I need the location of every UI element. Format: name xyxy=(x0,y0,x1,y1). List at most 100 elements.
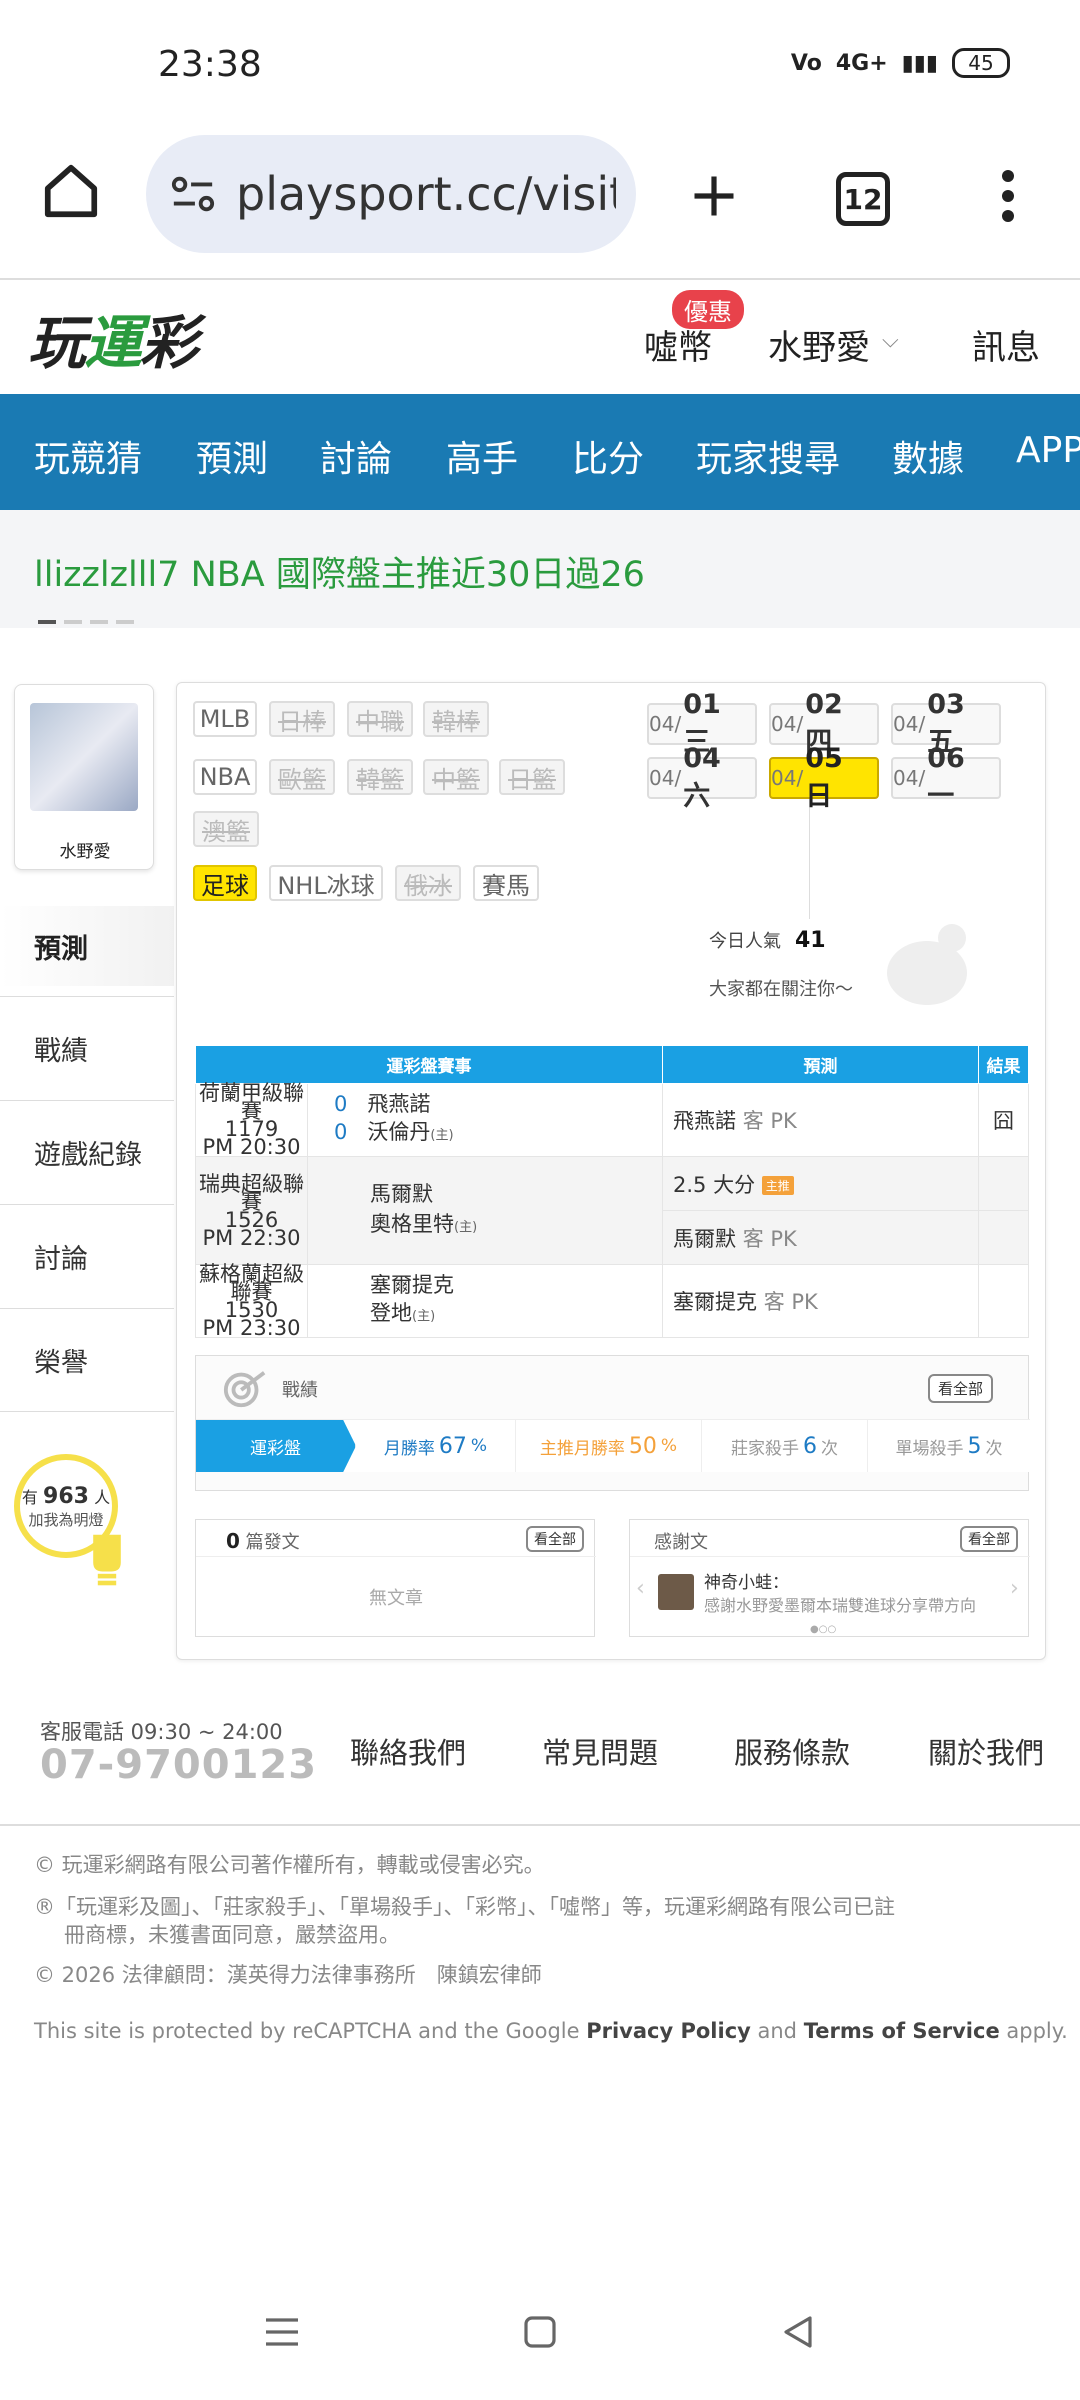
date-0402[interactable]: 04/02 四 xyxy=(769,689,879,758)
sport-horse-racing[interactable]: 賽馬 xyxy=(473,865,539,901)
commenter-avatar[interactable] xyxy=(658,1574,694,1610)
sport-korea-basketball: 韓籃 xyxy=(347,759,413,795)
profile-name: 水野愛 xyxy=(59,842,111,862)
date-0405[interactable]: 04/05 日 xyxy=(769,743,879,812)
footer-link-about[interactable]: 關於我們 xyxy=(928,1730,1044,1772)
carousel-dots xyxy=(38,620,134,624)
date-0401[interactable]: 04/01 三 xyxy=(647,689,757,758)
games-table: 運彩盤賽事 預測 結果 荷蘭甲級聯賽 1179 PM 20:30 0 飛燕諾 0 沃… xyxy=(195,1045,1029,1339)
col-header-predict: 預測 xyxy=(662,1045,979,1084)
terms-link[interactable]: Terms of Service xyxy=(804,2019,1000,2043)
commenter-name: 神奇小蛙： xyxy=(704,1573,789,1593)
trademark-text: ®「玩運彩及圖」、「莊家殺手」、「單場殺手」、「彩幣」、「噓幣」等，玩運彩網路有… xyxy=(34,1895,895,1919)
home-icon[interactable] xyxy=(40,160,102,222)
posts-box: 0 篇發文 看全部 無文章 xyxy=(195,1519,596,1637)
home-square-icon[interactable] xyxy=(520,2312,560,2352)
tel-number[interactable]: 07-9700123 xyxy=(40,1742,317,1788)
carousel-dots: ●○○ xyxy=(810,1624,837,1635)
thanks-view-all-button[interactable]: 看全部 xyxy=(960,1526,1018,1552)
team-name: 塞爾提克 xyxy=(370,1273,454,1297)
network-icon: 4G+ xyxy=(835,50,888,76)
status-bar: 23:38 Vo 4G+ ▮▮▮ 45 xyxy=(0,0,1080,130)
legal-advisor-text: © 2026 法律顧問：漢英得力法律事務所 陳鎮宏律師 xyxy=(34,1963,542,1987)
browser-toolbar: playsport.cc/visit 12 xyxy=(0,130,1080,280)
sport-nhl[interactable]: NHL冰球 xyxy=(269,865,383,901)
user-menu[interactable]: 水野愛 xyxy=(768,320,870,369)
battery-icon: 45 xyxy=(952,48,1010,78)
side-menu-honor[interactable]: 榮譽 xyxy=(0,1308,174,1412)
site-logo[interactable]: 玩運彩 xyxy=(28,296,198,380)
stat-single-killer: 單場殺手 5 次 xyxy=(895,1433,1003,1459)
side-menu-record[interactable]: 戰績 xyxy=(0,996,174,1100)
record-view-all-button[interactable]: 看全部 xyxy=(928,1374,994,1403)
sport-npb: 日棒 xyxy=(269,701,335,737)
prediction-panel: MLB 日棒 中職 韓棒 NBA 歐籃 韓籃 中籃 日籃 澳籃 足球 NHL冰球… xyxy=(176,682,1046,1660)
news-banner[interactable]: llizzlzlll7 NBA 國際盤主推近30日過26 xyxy=(0,510,1080,628)
avatar[interactable] xyxy=(30,703,138,811)
address-bar[interactable]: playsport.cc/visit xyxy=(146,135,636,253)
nav-item-app[interactable]: APP xyxy=(1016,430,1080,471)
sport-japan-basketball: 日籃 xyxy=(499,759,565,795)
footer-link-contact[interactable]: 聯絡我們 xyxy=(350,1730,466,1772)
nav-item-data[interactable]: 數據 xyxy=(892,430,964,482)
side-menu-game-log[interactable]: 遊戲紀錄 xyxy=(0,1100,174,1204)
nav-item-discuss[interactable]: 討論 xyxy=(320,430,392,482)
target-icon xyxy=(223,1371,266,1408)
footer-link-terms[interactable]: 服務條款 xyxy=(734,1730,850,1772)
signal-icon: ▮▮▮ xyxy=(901,50,938,76)
privacy-policy-link[interactable]: Privacy Policy xyxy=(586,2019,751,2043)
sport-nba[interactable]: NBA xyxy=(193,759,257,795)
chevron-down-icon[interactable]: ⌵ xyxy=(882,328,899,353)
more-menu-icon[interactable] xyxy=(990,166,1026,226)
date-0403[interactable]: 04/03 五 xyxy=(891,689,1001,758)
prev-arrow-icon[interactable]: ‹ xyxy=(636,1576,645,1601)
nav-item-player-search[interactable]: 玩家搜尋 xyxy=(696,430,840,482)
nav-item-experts[interactable]: 高手 xyxy=(446,430,518,482)
thanks-title: 感謝文 xyxy=(654,1532,708,1553)
popularity: 今日人氣 41 xyxy=(709,928,826,953)
post-count: 0 xyxy=(226,1529,240,1553)
next-arrow-icon[interactable]: › xyxy=(1010,1576,1019,1601)
thanks-text[interactable]: 感謝水野愛墨爾本瑞雙進球分享帶方向 xyxy=(704,1592,976,1616)
record-tag: 運彩盤 xyxy=(196,1420,356,1472)
side-menu-discuss[interactable]: 討論 xyxy=(0,1204,174,1308)
table-row: 蘇格蘭超級聯賽 1530 PM 23:30 塞爾提克 登地(主) 塞爾提克 客 PK xyxy=(195,1264,1029,1339)
site-header: 玩運彩 優惠 噓幣 水野愛 ⌵ 訊息 xyxy=(0,282,1080,394)
thanks-box: 感謝文 看全部 神奇小蛙： 感謝水野愛墨爾本瑞雙進球分享帶方向 ‹ › ●○○ xyxy=(629,1519,1030,1637)
date-0406[interactable]: 04/06 一 xyxy=(891,743,1001,812)
back-icon[interactable] xyxy=(778,2312,818,2352)
sport-aus-basketball: 澳籃 xyxy=(193,811,259,847)
sport-cpbl: 中職 xyxy=(347,701,413,737)
popularity-sub: 大家都在關注你～ xyxy=(709,979,853,1000)
nav-item-guess[interactable]: 玩競猜 xyxy=(34,430,142,482)
nav-item-predict[interactable]: 預測 xyxy=(196,430,268,482)
banner-text[interactable]: llizzlzlll7 NBA 國際盤主推近30日過26 xyxy=(34,546,645,597)
no-posts-text: 無文章 xyxy=(369,1588,423,1609)
date-0404[interactable]: 04/04 六 xyxy=(647,743,757,812)
table-row: 瑞典超級聯賽 1526 PM 22:30 馬爾默 奧格里特(主) 2.5 大分 主推 xyxy=(195,1156,1029,1265)
message-link[interactable]: 訊息 xyxy=(972,320,1040,369)
side-menu-predict[interactable]: 預測 xyxy=(0,906,174,986)
status-icons: Vo 4G+ ▮▮▮ 45 xyxy=(791,48,1010,78)
team-name: 飛燕諾 xyxy=(367,1092,431,1116)
nav-item-scores[interactable]: 比分 xyxy=(572,430,644,482)
coin-link[interactable]: 噓幣 xyxy=(644,320,712,369)
sport-china-basketball: 中籃 xyxy=(423,759,489,795)
sport-mlb[interactable]: MLB xyxy=(193,701,257,737)
menu-icon[interactable] xyxy=(262,2312,302,2352)
team-name: 奧格里特 xyxy=(370,1211,454,1236)
site-settings-icon[interactable] xyxy=(170,174,216,214)
posts-view-all-button[interactable]: 看全部 xyxy=(526,1526,584,1552)
sport-kbo: 韓棒 xyxy=(423,701,489,737)
stat-main-monthly-win: 主推月勝率 50% xyxy=(516,1420,702,1472)
volte-icon: Vo xyxy=(790,50,822,76)
lightbulb-icon xyxy=(93,1534,121,1586)
sport-soccer[interactable]: 足球 xyxy=(193,865,257,901)
tab-switcher-button[interactable]: 12 xyxy=(836,172,890,226)
popularity-count: 41 xyxy=(795,928,826,953)
new-tab-icon[interactable] xyxy=(688,170,740,222)
status-time: 23:38 xyxy=(158,44,262,85)
url-text: playsport.cc/visit xyxy=(236,167,616,221)
stat-banker-killer: 莊家殺手 6 次 xyxy=(702,1420,868,1472)
footer-link-faq[interactable]: 常見問題 xyxy=(542,1730,658,1772)
